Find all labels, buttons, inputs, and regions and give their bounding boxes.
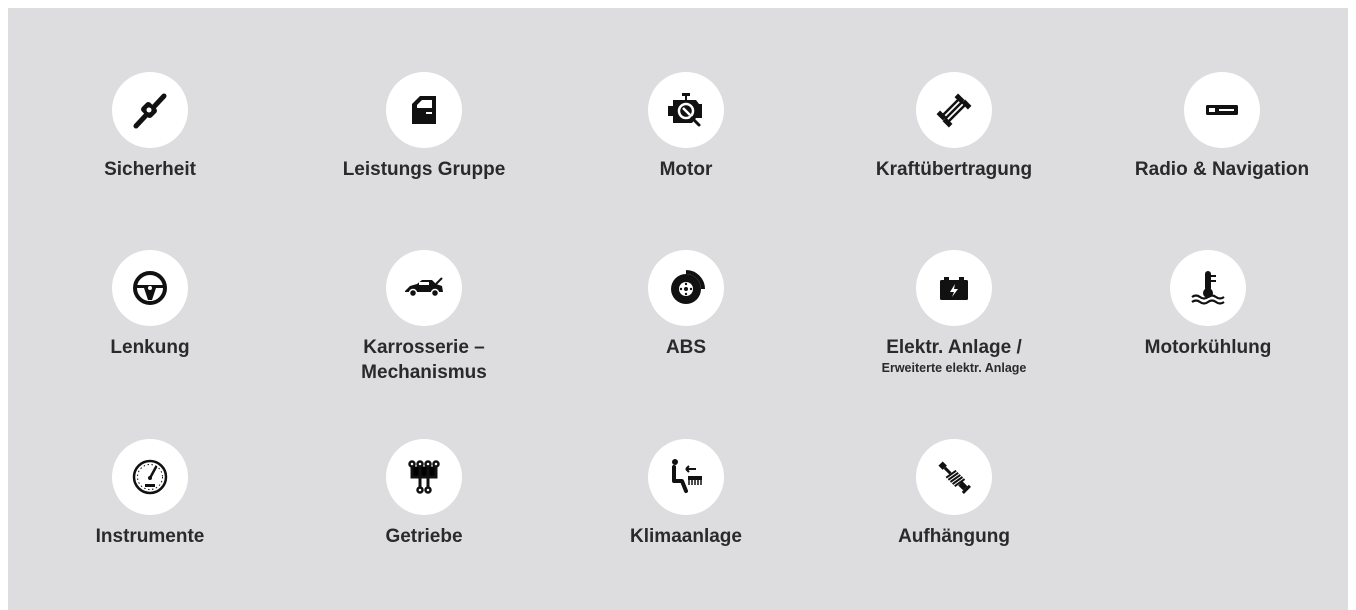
drivetrain-icon [916, 72, 992, 148]
category-elektr-anlage[interactable]: Elektr. Anlage / Erweiterte elektr. Anla… [834, 250, 1074, 377]
category-label: Klimaanlage [630, 526, 742, 547]
radio-icon [1184, 72, 1260, 148]
climate-control-icon [648, 439, 724, 515]
category-label-line2: Mechanismus [361, 362, 487, 383]
category-karrosserie[interactable]: Karrosserie – Mechanismus [304, 250, 544, 385]
shock-absorber-icon [916, 439, 992, 515]
category-klimaanlage[interactable]: Klimaanlage [566, 439, 806, 549]
category-sicherheit[interactable]: Sicherheit [30, 72, 270, 182]
category-label: Kraftübertragung [875, 159, 1033, 180]
seatbelt-icon [112, 72, 188, 148]
car-door-icon [386, 72, 462, 148]
category-sublabel: Erweiterte elektr. Anlage [881, 361, 1027, 375]
car-body-icon [386, 250, 462, 326]
category-label: Getriebe [385, 526, 463, 547]
engine-wrench-icon [648, 72, 724, 148]
category-label: Motorkühlung [1144, 337, 1272, 358]
steering-wheel-icon [112, 250, 188, 326]
category-panel: Sicherheit Leistungs Gruppe Motor Kraftü… [8, 8, 1348, 610]
category-label: Leistungs Gruppe [342, 159, 506, 180]
gear-shift-icon [386, 439, 462, 515]
category-label: Karrosserie – [363, 337, 485, 358]
category-getriebe[interactable]: Getriebe [304, 439, 544, 549]
category-label: Elektr. Anlage / [886, 337, 1022, 358]
category-leistungs-gruppe[interactable]: Leistungs Gruppe [304, 72, 544, 182]
category-kraftuebertragung[interactable]: Kraftübertragung [834, 72, 1074, 182]
category-label: Aufhängung [898, 526, 1010, 547]
category-label: Sicherheit [104, 159, 196, 180]
category-label: Motor [659, 159, 713, 180]
battery-icon [916, 250, 992, 326]
coolant-temperature-icon [1170, 250, 1246, 326]
category-motor[interactable]: Motor [566, 72, 806, 182]
brake-disc-icon [648, 250, 724, 326]
speedometer-icon [112, 439, 188, 515]
category-radio-navigation[interactable]: Radio & Navigation [1102, 72, 1342, 182]
category-label: Lenkung [110, 337, 190, 358]
category-label: Instrumente [95, 526, 205, 547]
category-aufhaengung[interactable]: Aufhängung [834, 439, 1074, 549]
category-abs[interactable]: ABS [566, 250, 806, 360]
category-label: ABS [665, 337, 707, 358]
category-label: Radio & Navigation [1134, 159, 1310, 180]
category-lenkung[interactable]: Lenkung [30, 250, 270, 360]
category-motorkuehlung[interactable]: Motorkühlung [1088, 250, 1328, 360]
category-instrumente[interactable]: Instrumente [30, 439, 270, 549]
